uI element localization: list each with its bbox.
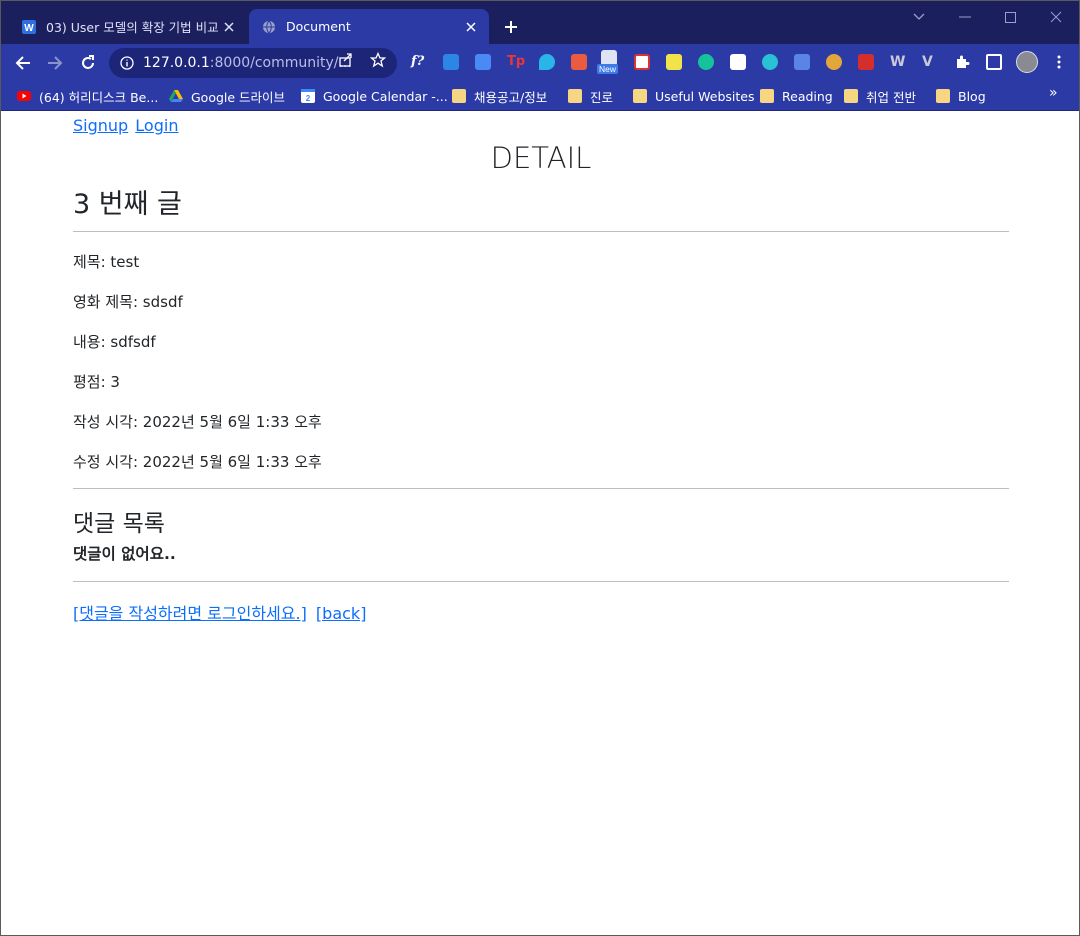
maximize-button[interactable] xyxy=(1000,7,1020,27)
bookmark-folder-employment[interactable]: 취업 전반 xyxy=(844,86,916,106)
login-to-comment-link[interactable]: [댓글을 작성하려면 로그인하세요.] xyxy=(73,604,307,623)
forward-arrow-icon[interactable] xyxy=(44,52,66,74)
bookmark-folder-useful[interactable]: Useful Websites xyxy=(633,86,754,106)
divider xyxy=(73,581,1009,582)
minimize-button[interactable] xyxy=(955,7,975,27)
site-info-icon[interactable] xyxy=(119,55,135,71)
back-arrow-icon[interactable] xyxy=(12,52,34,74)
bookmark-folder-reading[interactable]: Reading xyxy=(760,86,833,106)
bookmark-label: Google 드라이브 xyxy=(191,89,286,105)
folder-icon xyxy=(568,89,582,103)
back-link[interactable]: [back] xyxy=(316,604,367,623)
folder-icon xyxy=(936,89,950,103)
bookmark-label: Google Calendar -... xyxy=(323,88,448,104)
translate-extension-icon[interactable] xyxy=(443,54,459,70)
page-title: DETAIL xyxy=(490,141,592,175)
save-extension-icon[interactable] xyxy=(858,54,874,70)
url-host: 127.0.0.1 xyxy=(143,55,210,71)
svg-text:W: W xyxy=(24,23,34,34)
tab-title: 03) User 모델의 확장 기법 비교 xyxy=(46,20,219,35)
rank-field: 평점: 3 xyxy=(73,373,120,391)
close-window-button[interactable] xyxy=(1046,7,1066,27)
more-bookmarks-icon[interactable]: » xyxy=(1049,85,1058,101)
url-path: :8000/community/... xyxy=(209,55,352,71)
formula-extension-icon[interactable]: f? xyxy=(411,54,427,70)
puzzle-icon[interactable] xyxy=(954,54,970,70)
tp-extension-icon[interactable]: Tp xyxy=(507,54,525,70)
mask-extension-icon[interactable] xyxy=(634,54,650,70)
google-translate-icon[interactable] xyxy=(794,54,810,70)
face-extension-icon[interactable] xyxy=(666,54,682,70)
content-field: 내용: sdfsdf xyxy=(73,333,156,351)
bookmark-google-drive[interactable]: Google 드라이브 xyxy=(169,86,285,106)
bookmark-label: Reading xyxy=(782,88,833,104)
side-panel-icon[interactable] xyxy=(986,54,1002,70)
tab-extension-icon[interactable] xyxy=(475,54,491,70)
login-link[interactable]: Login xyxy=(135,116,178,135)
avatar[interactable] xyxy=(1016,51,1038,73)
folder-icon xyxy=(844,89,858,103)
new-badge: New xyxy=(597,64,619,74)
bookmark-label: 취업 전반 xyxy=(866,89,916,105)
browser-toolbar: 127.0.0.1:8000/community/... f? Tp New W… xyxy=(1,44,1079,81)
bookmark-youtube[interactable]: (64) 허리디스크 Be... xyxy=(17,86,158,106)
share-icon[interactable] xyxy=(337,51,355,69)
w-extension-icon[interactable]: W xyxy=(890,54,906,70)
gift-extension-icon[interactable] xyxy=(571,54,587,70)
close-icon[interactable] xyxy=(463,19,479,35)
tab-search-icon[interactable] xyxy=(909,7,929,27)
react-extension-icon[interactable] xyxy=(762,54,778,70)
tab-strip: W 03) User 모델의 확장 기법 비교 Document xyxy=(1,1,1079,44)
folder-icon xyxy=(633,89,647,103)
svg-text:2: 2 xyxy=(306,94,311,103)
globe-icon xyxy=(261,19,277,35)
tab-document[interactable]: Document xyxy=(249,9,489,44)
new-tab-button[interactable] xyxy=(501,17,521,37)
bookmarks-bar: (64) 허리디스크 Be... Google 드라이브 2 Google Ca… xyxy=(1,81,1079,111)
drive-icon xyxy=(169,89,183,103)
created-at-field: 작성 시각: 2022년 5월 6일 1:33 오후 xyxy=(73,413,322,431)
reload-icon[interactable] xyxy=(77,52,99,74)
divider xyxy=(73,488,1009,489)
bookmark-label: Useful Websites xyxy=(655,88,755,104)
movie-title-field: 영화 제목: sdsdf xyxy=(73,293,183,311)
auth-links: Signup Login xyxy=(73,116,180,135)
download-extension-icon[interactable] xyxy=(730,54,746,70)
divider xyxy=(73,231,1009,232)
bookmark-label: 채용공고/정보 xyxy=(474,89,548,105)
grammarly-icon[interactable] xyxy=(698,54,714,70)
signup-link[interactable]: Signup xyxy=(73,116,128,135)
kebab-menu-icon[interactable] xyxy=(1051,54,1067,70)
bookmark-folder-jobs[interactable]: 채용공고/정보 xyxy=(452,86,547,106)
post-title-field: 제목: test xyxy=(73,253,140,271)
color-picker-icon[interactable] xyxy=(826,54,842,70)
calendar-icon: 2 xyxy=(301,89,315,103)
tab-title: Document xyxy=(286,19,351,34)
v-extension-icon[interactable]: V xyxy=(922,54,938,70)
tab-user-model[interactable]: W 03) User 모델의 확장 기법 비교 xyxy=(9,9,247,44)
bookmark-label: (64) 허리디스크 Be... xyxy=(39,89,159,105)
bottom-links: [댓글을 작성하려면 로그인하세요.] [back] xyxy=(73,600,370,624)
close-icon[interactable] xyxy=(221,19,237,35)
diamond-extension-icon[interactable] xyxy=(539,54,555,70)
w-icon: W xyxy=(21,19,37,35)
bookmark-google-calendar[interactable]: 2 Google Calendar -... xyxy=(301,86,448,106)
updated-at-field: 수정 시각: 2022년 5월 6일 1:33 오후 xyxy=(73,453,322,471)
youtube-icon xyxy=(17,89,31,103)
bookmark-label: Blog xyxy=(958,88,986,104)
star-icon[interactable] xyxy=(369,51,387,69)
folder-icon xyxy=(452,89,466,103)
no-comments-text: 댓글이 없어요.. xyxy=(73,545,176,563)
bookmark-folder-blog[interactable]: Blog xyxy=(936,86,986,106)
post-title: 3 번째 글 xyxy=(73,189,182,220)
bookmark-label: 진로 xyxy=(590,89,614,105)
folder-icon xyxy=(760,89,774,103)
bookmark-folder-career[interactable]: 진로 xyxy=(568,86,613,106)
comments-heading: 댓글 목록 xyxy=(73,511,165,537)
